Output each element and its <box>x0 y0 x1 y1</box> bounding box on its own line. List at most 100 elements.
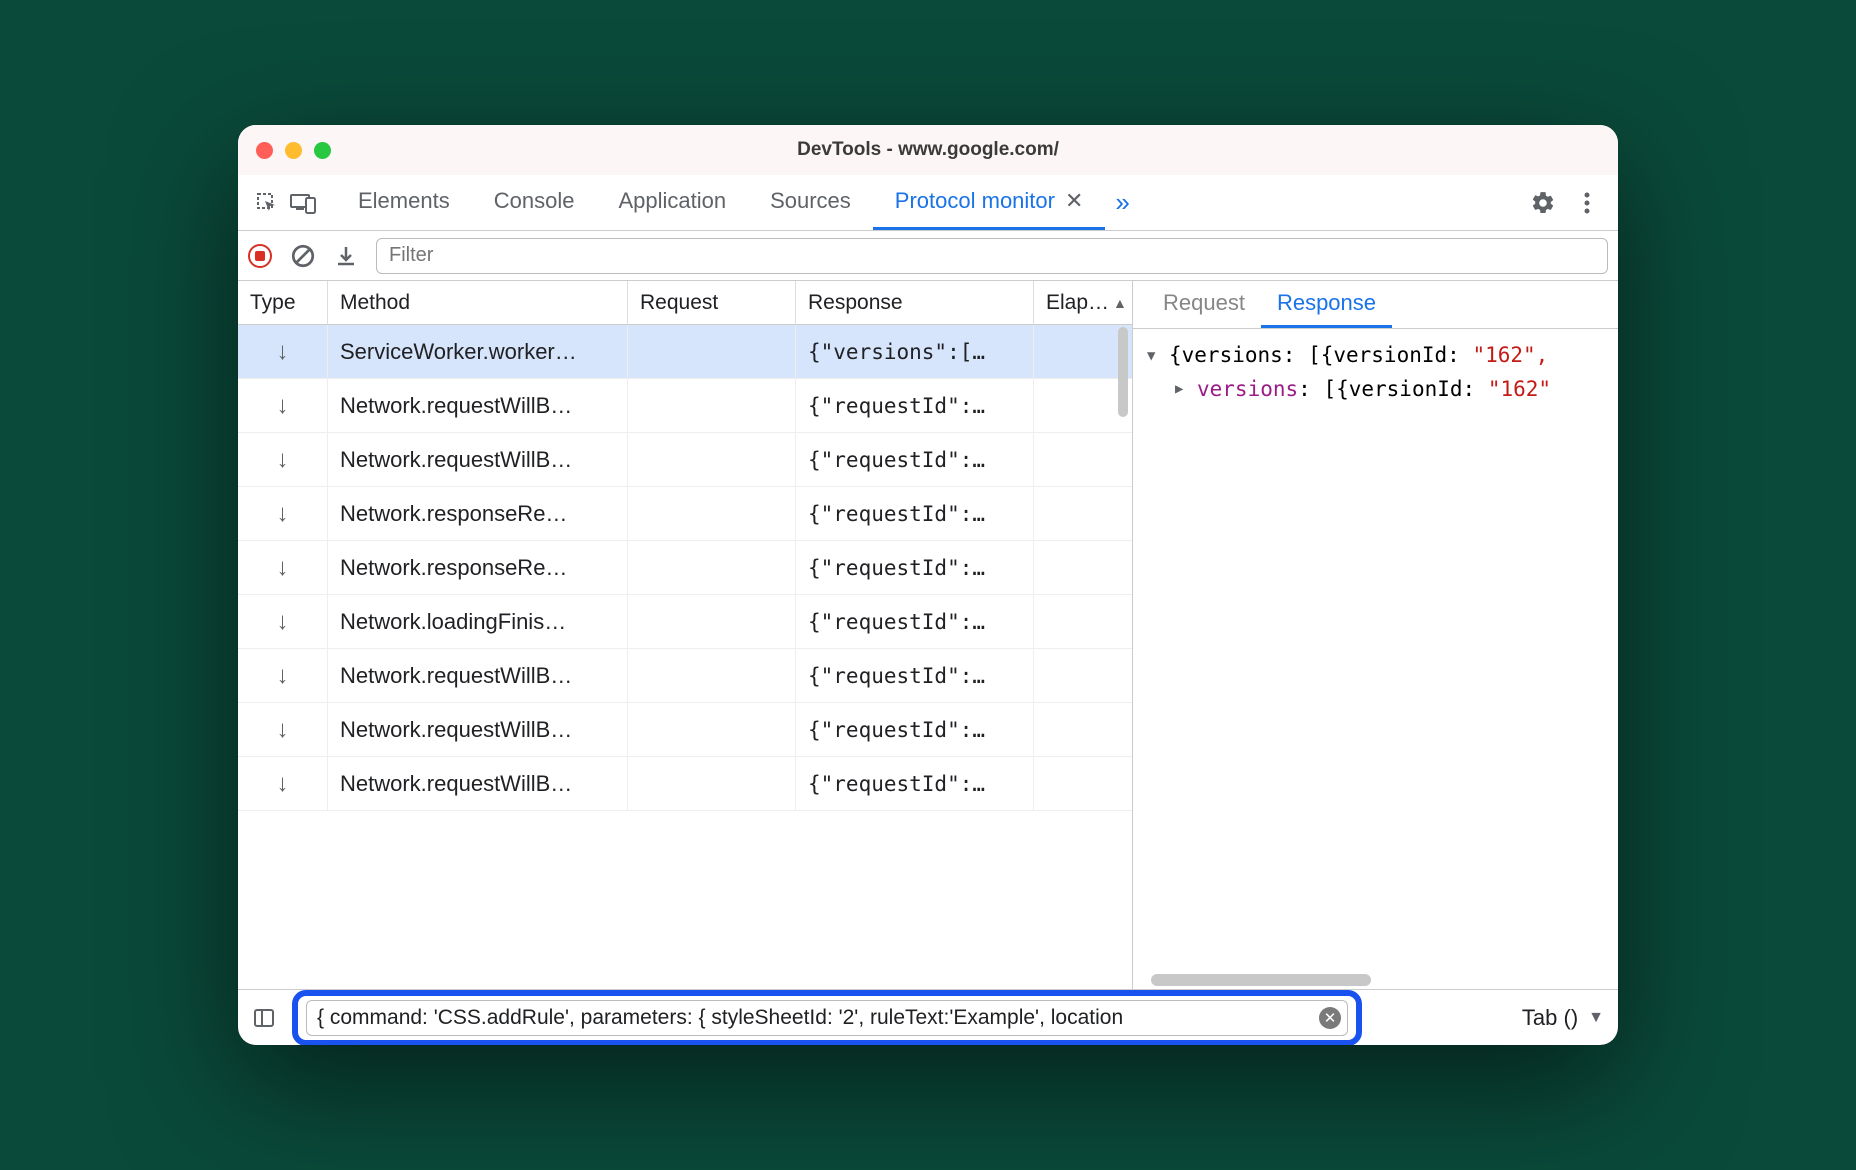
table-row[interactable]: ↓Network.requestWillB… {"requestId":… <box>238 379 1132 433</box>
cell-elapsed <box>1034 595 1132 648</box>
cell-elapsed <box>1034 379 1132 432</box>
cell-method: Network.requestWillB… <box>328 757 628 810</box>
command-input-highlight: { command: 'CSS.addRule', parameters: { … <box>292 990 1362 1046</box>
cell-request <box>628 433 796 486</box>
cell-method: Network.requestWillB… <box>328 379 628 432</box>
cell-request <box>628 595 796 648</box>
cell-elapsed <box>1034 703 1132 756</box>
disclosure-triangle-icon[interactable] <box>1175 378 1189 400</box>
cell-elapsed <box>1034 487 1132 540</box>
command-input-value: { command: 'CSS.addRule', parameters: { … <box>317 1006 1123 1030</box>
cell-method: Network.responseRe… <box>328 487 628 540</box>
protocol-toolbar <box>238 231 1618 281</box>
main-tabstrip: Elements Console Application Sources Protoco… <box>238 175 1618 231</box>
table-header: Type Method Request Response Elap… ▲ <box>238 281 1132 325</box>
main-split: Type Method Request Response Elap… ▲ ↓Se… <box>238 281 1618 989</box>
settings-gear-icon[interactable] <box>1528 188 1558 218</box>
cell-response: {"requestId":… <box>796 703 1034 756</box>
cell-request <box>628 649 796 702</box>
show-drawer-icon[interactable] <box>252 1006 276 1030</box>
device-toolbar-icon[interactable] <box>288 188 318 218</box>
table-row[interactable]: ↓ServiceWorker.worker… {"versions":[… <box>238 325 1132 379</box>
cell-request <box>628 703 796 756</box>
cell-request <box>628 379 796 432</box>
cell-elapsed <box>1034 757 1132 810</box>
column-header-method[interactable]: Method <box>328 281 628 324</box>
cell-elapsed <box>1034 325 1132 378</box>
details-tabs: Request Response <box>1133 281 1618 329</box>
cell-response: {"requestId":… <box>796 595 1034 648</box>
tab-application[interactable]: Application <box>596 175 748 230</box>
table-row[interactable]: ↓Network.requestWillB…{"requestId":… <box>238 649 1132 703</box>
direction-arrow-icon: ↓ <box>238 703 328 756</box>
cell-method: Network.loadingFinis… <box>328 595 628 648</box>
cell-elapsed <box>1034 541 1132 594</box>
filter-input[interactable] <box>376 238 1608 274</box>
tab-label: Elements <box>358 188 450 214</box>
details-pane: Request Response {versions: [{versionId:… <box>1133 281 1618 989</box>
direction-arrow-icon: ↓ <box>238 541 328 594</box>
overflow-tabs-button[interactable]: » <box>1105 175 1139 230</box>
tab-label: Console <box>494 188 575 214</box>
cell-response: {"versions":[… <box>796 325 1034 378</box>
direction-arrow-icon: ↓ <box>238 433 328 486</box>
tab-sources[interactable]: Sources <box>748 175 873 230</box>
tab-protocol-monitor[interactable]: Protocol monitor✕ <box>873 175 1106 230</box>
tab-elements[interactable]: Elements <box>336 175 472 230</box>
messages-table-pane: Type Method Request Response Elap… ▲ ↓Se… <box>238 281 1133 989</box>
cell-response: {"requestId":… <box>796 487 1034 540</box>
response-tree[interactable]: {versions: [{versionId: "162", versions:… <box>1133 329 1618 971</box>
tree-root-summary: {versions: [{versionId: "162", <box>1169 339 1548 373</box>
cell-method: Network.requestWillB… <box>328 703 628 756</box>
column-header-type[interactable]: Type <box>238 281 328 324</box>
cell-request <box>628 541 796 594</box>
table-row[interactable]: ↓Network.requestWillB…{"requestId":… <box>238 433 1132 487</box>
tree-child-summary: versions: [{versionId: "162" <box>1197 373 1551 407</box>
chevron-down-icon[interactable]: ▼ <box>1588 1009 1604 1027</box>
direction-arrow-icon: ↓ <box>238 649 328 702</box>
column-header-elapsed[interactable]: Elap… ▲ <box>1034 281 1132 324</box>
direction-arrow-icon: ↓ <box>238 757 328 810</box>
table-row[interactable]: ↓Network.requestWillB…{"requestId":… <box>238 757 1132 811</box>
cell-method: ServiceWorker.worker… <box>328 325 628 378</box>
cell-response: {"requestId":… <box>796 541 1034 594</box>
record-button[interactable] <box>248 244 272 268</box>
window-titlebar: DevTools - www.google.com/ <box>238 125 1618 175</box>
direction-arrow-icon: ↓ <box>238 325 328 378</box>
cell-request <box>628 325 796 378</box>
inspect-element-icon[interactable] <box>252 188 282 218</box>
table-row[interactable]: ↓Network.responseRe… {"requestId":… <box>238 541 1132 595</box>
table-body[interactable]: ↓ServiceWorker.worker…{"versions":[…↓Net… <box>238 325 1132 989</box>
drawer-tab-label[interactable]: Tab () <box>1522 1005 1578 1031</box>
cell-method: Network.responseRe… <box>328 541 628 594</box>
close-tab-icon[interactable]: ✕ <box>1065 188 1083 214</box>
details-tab-response[interactable]: Response <box>1261 281 1392 328</box>
direction-arrow-icon: ↓ <box>238 379 328 432</box>
cell-elapsed <box>1034 433 1132 486</box>
table-row[interactable]: ↓Network.requestWillB… {"requestId":… <box>238 703 1132 757</box>
column-header-elapsed-label: Elap… <box>1046 291 1109 315</box>
cell-response: {"requestId":… <box>796 379 1034 432</box>
table-row[interactable]: ↓Network.loadingFinis… {"requestId":… <box>238 595 1132 649</box>
horizontal-scrollbar[interactable] <box>1133 971 1618 989</box>
details-tab-request[interactable]: Request <box>1147 281 1261 328</box>
disclosure-triangle-icon[interactable] <box>1147 345 1161 367</box>
window-title: DevTools - www.google.com/ <box>238 139 1618 161</box>
save-button[interactable] <box>334 244 358 268</box>
kebab-menu-icon[interactable] <box>1572 188 1602 218</box>
cell-elapsed <box>1034 649 1132 702</box>
cell-method: Network.requestWillB… <box>328 649 628 702</box>
column-header-response[interactable]: Response <box>796 281 1034 324</box>
clear-input-icon[interactable]: ✕ <box>1319 1007 1341 1029</box>
tab-label: Sources <box>770 188 851 214</box>
column-header-request[interactable]: Request <box>628 281 796 324</box>
drawer: { command: 'CSS.addRule', parameters: { … <box>238 989 1618 1045</box>
cell-request <box>628 757 796 810</box>
tab-console[interactable]: Console <box>472 175 597 230</box>
chevron-double-right-icon: » <box>1115 187 1129 218</box>
command-input[interactable]: { command: 'CSS.addRule', parameters: { … <box>306 1000 1348 1036</box>
table-row[interactable]: ↓Network.responseRe…{"requestId":… <box>238 487 1132 541</box>
direction-arrow-icon: ↓ <box>238 595 328 648</box>
clear-button[interactable] <box>290 243 316 269</box>
devtools-window: DevTools - www.google.com/ Elements Conso… <box>238 125 1618 1045</box>
